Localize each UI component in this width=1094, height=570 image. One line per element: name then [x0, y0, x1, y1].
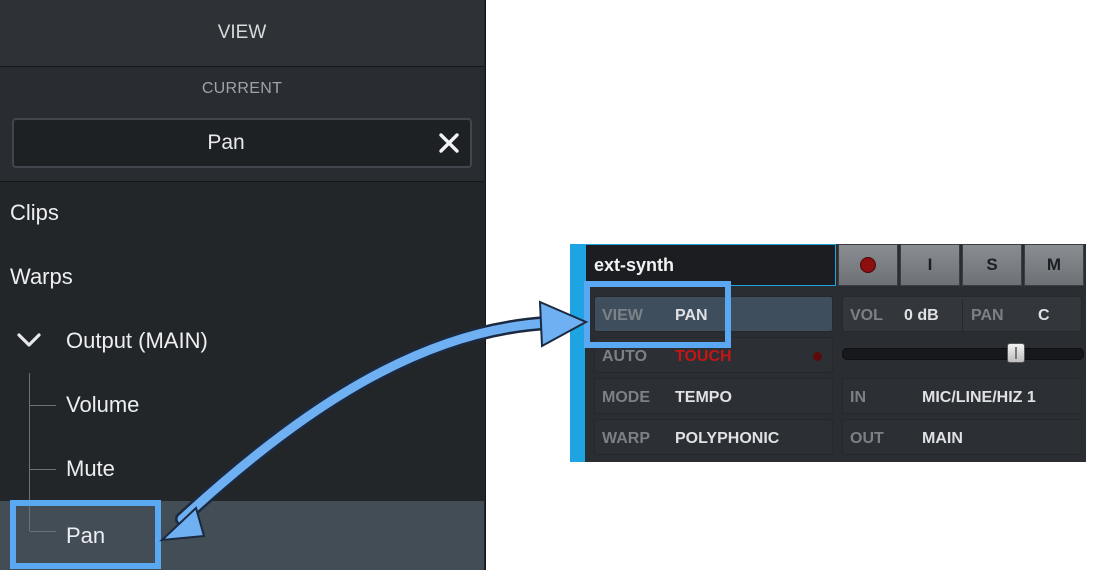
mode-key: MODE — [602, 389, 650, 406]
vol-value[interactable]: 0 dB — [904, 307, 939, 325]
vol-pan-row: VOL 0 dB PAN C — [842, 296, 1082, 332]
track-color-bar — [570, 244, 585, 462]
vol-key: VOL — [850, 307, 883, 324]
chevron-down-icon[interactable] — [16, 331, 42, 349]
record-arm-button[interactable] — [838, 244, 898, 286]
current-view-field[interactable]: Pan — [12, 118, 472, 168]
mute-button[interactable]: M — [1024, 244, 1084, 286]
view-item-warps[interactable]: Warps — [0, 245, 484, 309]
volume-fader[interactable] — [842, 343, 1084, 363]
mode-value: TEMPO — [675, 389, 732, 406]
current-section: CURRENT Pan — [0, 67, 484, 182]
auto-key: AUTO — [602, 348, 648, 365]
warp-value: POLYPHONIC — [675, 430, 780, 447]
output-selector[interactable]: OUT MAIN — [842, 419, 1082, 455]
out-key: OUT — [850, 430, 884, 447]
pan-key: PAN — [971, 307, 1004, 324]
view-panel-header: VIEW — [0, 0, 484, 67]
record-icon — [860, 257, 876, 273]
in-value: MIC/LINE/HIZ 1 — [922, 389, 1036, 406]
current-view-value: Pan — [207, 131, 245, 154]
close-icon[interactable] — [436, 130, 462, 156]
mode-selector[interactable]: MODE TEMPO — [594, 378, 833, 414]
automation-indicator — [813, 352, 822, 361]
input-selector[interactable]: IN MIC/LINE/HIZ 1 — [842, 378, 1082, 414]
track-name: ext-synth — [594, 255, 675, 275]
view-item-clips[interactable]: Clips — [0, 181, 484, 245]
view-item-mute[interactable]: Mute — [0, 437, 484, 501]
view-item-volume[interactable]: Volume — [0, 373, 484, 437]
track-header: ext-synth I S M VIEW PAN AUTO TOUCH MODE… — [570, 244, 1086, 462]
solo-button[interactable]: S — [962, 244, 1022, 286]
tree-connector — [30, 405, 56, 406]
current-label: CURRENT — [201, 80, 283, 97]
view-pan-highlight — [584, 281, 731, 348]
pan-value[interactable]: C — [1038, 307, 1050, 325]
view-item-label: Mute — [66, 456, 115, 481]
track-name-field[interactable]: ext-synth — [585, 244, 836, 286]
warp-selector[interactable]: WARP POLYPHONIC — [594, 419, 833, 455]
pan-item-highlight — [10, 500, 161, 569]
view-panel: VIEW CURRENT Pan Clips Warps Output (MAI… — [0, 0, 486, 570]
view-item-label: Volume — [66, 392, 140, 417]
view-item-output-main[interactable]: Output (MAIN) — [0, 309, 484, 373]
view-item-label: Output (MAIN) — [66, 328, 208, 353]
tree-connector — [30, 469, 56, 470]
auto-value: TOUCH — [675, 348, 732, 365]
view-item-label: Warps — [10, 264, 73, 289]
divider — [962, 299, 963, 331]
input-monitor-button[interactable]: I — [900, 244, 960, 286]
in-key: IN — [850, 389, 866, 406]
warp-key: WARP — [602, 430, 650, 447]
out-value: MAIN — [922, 430, 963, 447]
view-item-label: Clips — [10, 200, 59, 225]
volume-fader-handle[interactable] — [1007, 343, 1025, 363]
